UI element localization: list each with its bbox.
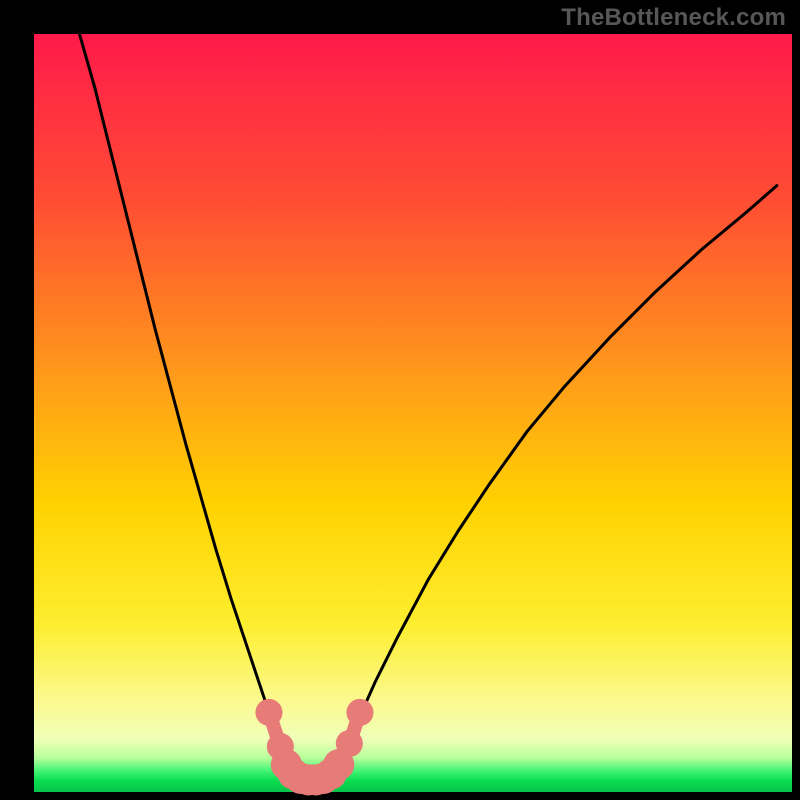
marker-dot <box>346 699 373 726</box>
chart-frame: TheBottleneck.com <box>0 0 800 800</box>
marker-dot <box>255 699 282 726</box>
watermark-label: TheBottleneck.com <box>561 4 786 32</box>
marker-dot <box>336 730 363 757</box>
plot-background <box>34 34 792 792</box>
bottleneck-chart <box>0 0 800 800</box>
